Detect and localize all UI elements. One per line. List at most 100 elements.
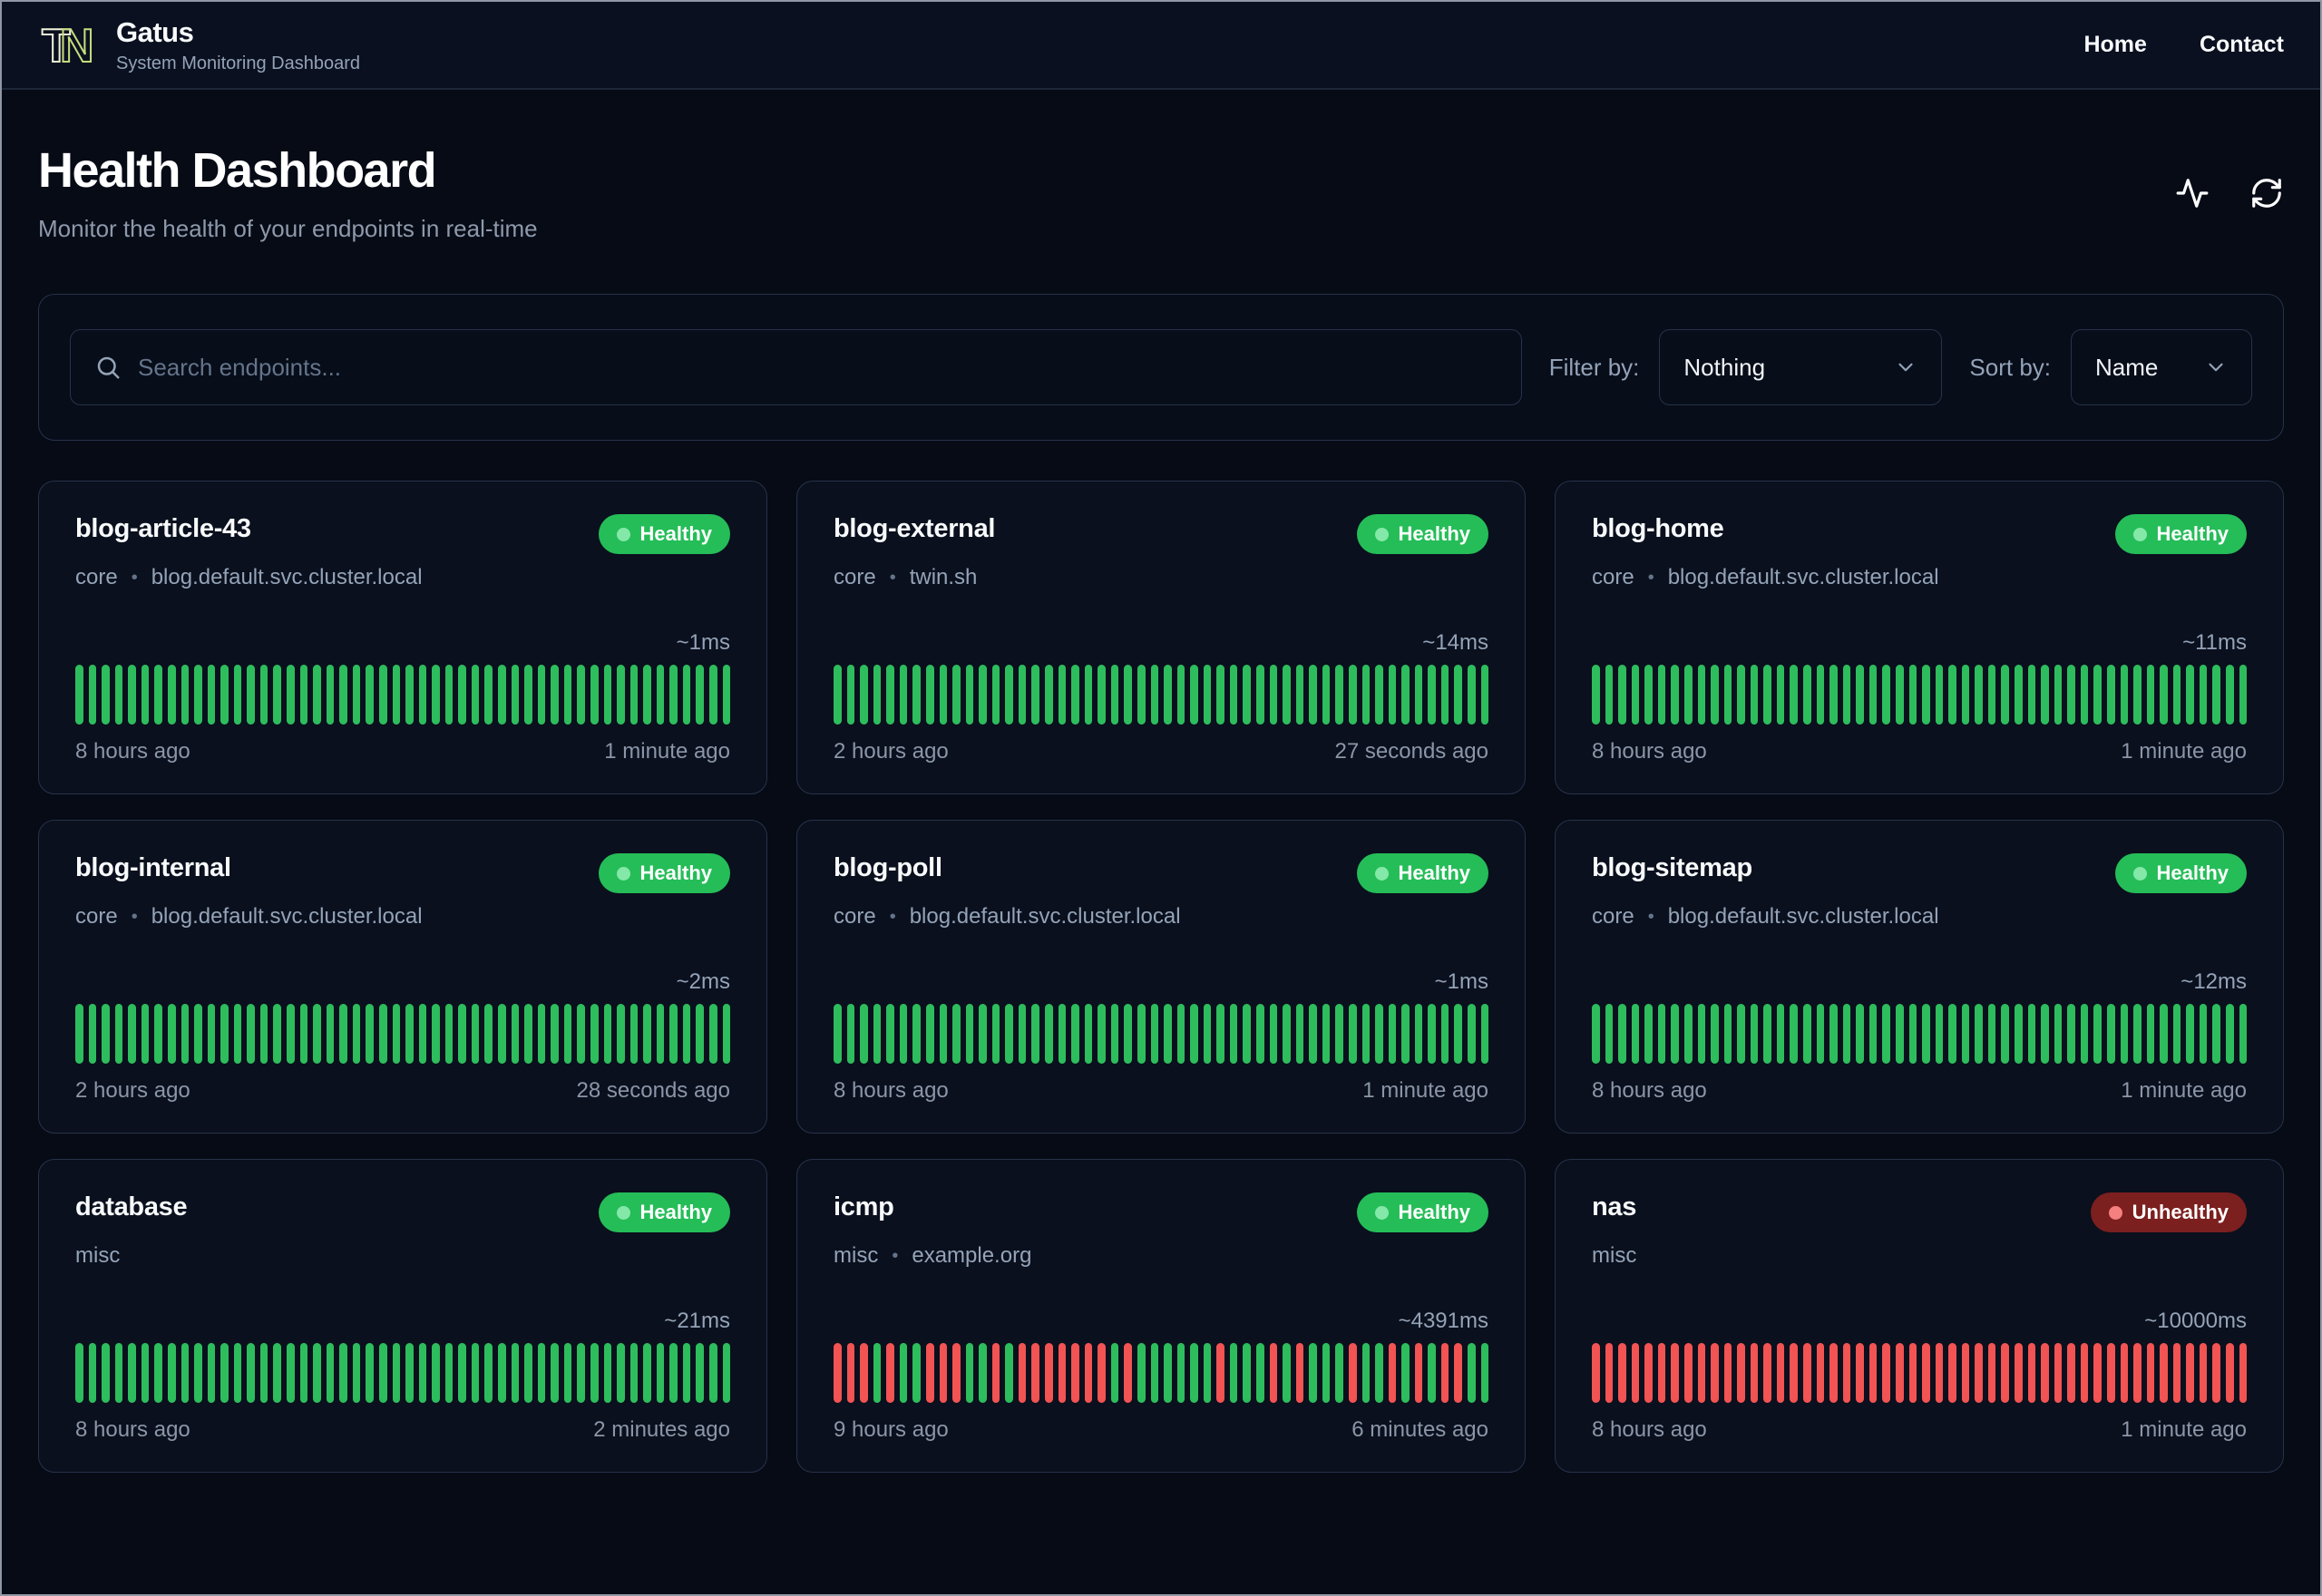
- health-bar-failure[interactable]: [860, 1343, 868, 1403]
- health-bar-success[interactable]: [2093, 1004, 2102, 1064]
- health-bar-success[interactable]: [2226, 1004, 2234, 1064]
- health-bar-success[interactable]: [1375, 1004, 1383, 1064]
- health-bar-success[interactable]: [247, 1343, 255, 1403]
- health-bar-failure[interactable]: [2054, 1343, 2063, 1403]
- health-bar-success[interactable]: [484, 665, 493, 725]
- health-bar-success[interactable]: [1414, 665, 1423, 725]
- health-bar-success[interactable]: [1375, 1343, 1383, 1403]
- health-bar-success[interactable]: [1829, 1004, 1838, 1064]
- health-bar-failure[interactable]: [1414, 1343, 1423, 1403]
- health-bar-failure[interactable]: [1031, 1343, 1039, 1403]
- health-bar-success[interactable]: [418, 1343, 427, 1403]
- health-bar-success[interactable]: [1256, 1004, 1264, 1064]
- health-bar-success[interactable]: [2106, 1004, 2115, 1064]
- health-bar-failure[interactable]: [1618, 1343, 1626, 1403]
- health-bar-success[interactable]: [458, 665, 466, 725]
- health-bar-success[interactable]: [392, 665, 401, 725]
- health-bar-success[interactable]: [524, 1343, 532, 1403]
- health-bar-success[interactable]: [1216, 665, 1224, 725]
- health-bar-success[interactable]: [1816, 665, 1825, 725]
- health-bar-success[interactable]: [141, 1004, 150, 1064]
- health-bar-success[interactable]: [1335, 1343, 1343, 1403]
- health-bar-failure[interactable]: [2067, 1343, 2075, 1403]
- health-bar-success[interactable]: [352, 665, 361, 725]
- health-bar-success[interactable]: [669, 1004, 678, 1064]
- health-bar-success[interactable]: [498, 1343, 506, 1403]
- health-bar-success[interactable]: [273, 1343, 281, 1403]
- health-bar-success[interactable]: [656, 1343, 665, 1403]
- health-bar-success[interactable]: [458, 1004, 466, 1064]
- health-bar-success[interactable]: [1164, 1343, 1172, 1403]
- health-bar-success[interactable]: [1592, 1004, 1600, 1064]
- health-bar-success[interactable]: [656, 1004, 665, 1064]
- health-bar-success[interactable]: [860, 665, 868, 725]
- endpoint-card[interactable]: blog-article-43 Healthy core • blog.defa…: [38, 481, 767, 794]
- health-bar-success[interactable]: [1454, 665, 1462, 725]
- sort-select[interactable]: Name: [2071, 329, 2252, 405]
- health-bar-failure[interactable]: [2172, 1343, 2181, 1403]
- health-bar-success[interactable]: [366, 665, 374, 725]
- health-bar-success[interactable]: [432, 665, 440, 725]
- health-bar-success[interactable]: [444, 1004, 454, 1064]
- health-bar-success[interactable]: [1948, 665, 1956, 725]
- health-bar-success[interactable]: [1322, 665, 1331, 725]
- health-bar-success[interactable]: [603, 1004, 612, 1064]
- health-bar-success[interactable]: [1895, 665, 1904, 725]
- health-bar-success[interactable]: [617, 1004, 625, 1064]
- health-bar-success[interactable]: [2212, 1004, 2220, 1064]
- health-bar-success[interactable]: [1176, 1343, 1185, 1403]
- health-bar-success[interactable]: [965, 665, 974, 725]
- health-bar-success[interactable]: [1269, 665, 1278, 725]
- health-bar-success[interactable]: [444, 665, 454, 725]
- health-bar-success[interactable]: [1124, 1004, 1132, 1064]
- health-bar-success[interactable]: [1428, 1343, 1436, 1403]
- health-bar-success[interactable]: [1631, 665, 1640, 725]
- health-bar-success[interactable]: [141, 665, 150, 725]
- health-bar-success[interactable]: [313, 665, 321, 725]
- health-bar-success[interactable]: [2027, 1004, 2036, 1064]
- health-bar-success[interactable]: [952, 1004, 961, 1064]
- endpoint-card[interactable]: database Healthy misc • ~21ms 8 hours ag…: [38, 1159, 767, 1473]
- health-bar-success[interactable]: [1005, 665, 1013, 725]
- health-bar-failure[interactable]: [1975, 1343, 1983, 1403]
- health-bar-success[interactable]: [965, 1004, 974, 1064]
- health-bar-success[interactable]: [1005, 1343, 1013, 1403]
- health-bar-success[interactable]: [1868, 1004, 1878, 1064]
- health-bar-success[interactable]: [1711, 1004, 1719, 1064]
- health-bar-success[interactable]: [220, 1004, 229, 1064]
- health-bar-success[interactable]: [1697, 665, 1706, 725]
- endpoint-card[interactable]: blog-poll Healthy core • blog.default.sv…: [796, 820, 1526, 1134]
- health-bar-success[interactable]: [1243, 1004, 1251, 1064]
- health-bar-success[interactable]: [1842, 665, 1851, 725]
- health-bar-success[interactable]: [563, 665, 572, 725]
- health-bar-success[interactable]: [629, 1343, 639, 1403]
- health-bar-failure[interactable]: [1269, 1343, 1278, 1403]
- health-bar-success[interactable]: [696, 1343, 704, 1403]
- health-bar-success[interactable]: [1388, 665, 1397, 725]
- health-bar-success[interactable]: [1631, 1004, 1640, 1064]
- health-bar-success[interactable]: [102, 1343, 110, 1403]
- health-bar-success[interactable]: [1243, 1343, 1251, 1403]
- health-bar-success[interactable]: [194, 1004, 202, 1064]
- health-bar-success[interactable]: [432, 1343, 440, 1403]
- refresh-icon[interactable]: [2249, 176, 2284, 210]
- uptime-bar-chart[interactable]: [834, 665, 1489, 725]
- health-bar-success[interactable]: [1256, 1343, 1264, 1403]
- health-bar-success[interactable]: [1110, 1343, 1119, 1403]
- health-bar-success[interactable]: [590, 665, 599, 725]
- health-bar-success[interactable]: [114, 665, 123, 725]
- health-bar-success[interactable]: [1961, 1004, 1970, 1064]
- health-bar-success[interactable]: [1203, 1343, 1212, 1403]
- health-bar-success[interactable]: [1283, 665, 1291, 725]
- search-input[interactable]: [138, 353, 1498, 382]
- health-bar-success[interactable]: [2239, 1004, 2248, 1064]
- health-bar-success[interactable]: [524, 665, 532, 725]
- health-bar-success[interactable]: [873, 1343, 882, 1403]
- health-bar-failure[interactable]: [1084, 1343, 1093, 1403]
- health-bar-failure[interactable]: [939, 1343, 948, 1403]
- uptime-bar-chart[interactable]: [1592, 1004, 2248, 1064]
- health-bar-success[interactable]: [1348, 665, 1357, 725]
- health-bar-success[interactable]: [1071, 1004, 1079, 1064]
- health-bar-failure[interactable]: [834, 1343, 842, 1403]
- health-bar-success[interactable]: [899, 665, 908, 725]
